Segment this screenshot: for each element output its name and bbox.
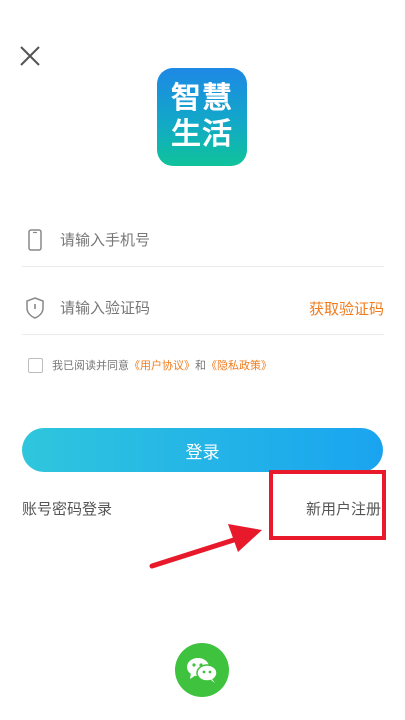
agreement-prefix: 我已阅读并同意 [52, 359, 129, 372]
code-field: 获取验证码 [22, 282, 384, 335]
logo-text-line1: 智慧 [171, 81, 233, 116]
highlight-annotation-box [269, 470, 386, 540]
wechat-icon [187, 658, 218, 683]
agreement-row: 我已阅读并同意 《用户协议》 和 《隐私政策》 [28, 357, 272, 373]
phone-field [22, 214, 384, 267]
privacy-policy-link[interactable]: 《隐私政策》 [206, 357, 272, 373]
agreement-checkbox[interactable] [28, 357, 43, 373]
app-logo: 智慧 生活 [157, 68, 247, 166]
phone-input[interactable] [58, 219, 384, 261]
agreement-and: 和 [195, 359, 206, 372]
get-code-button[interactable]: 获取验证码 [309, 298, 384, 319]
user-agreement-link[interactable]: 《用户协议》 [129, 357, 195, 373]
close-icon [20, 46, 40, 66]
login-button[interactable]: 登录 [22, 428, 383, 472]
close-button[interactable] [18, 44, 42, 68]
phone-icon [24, 228, 46, 252]
shield-icon [24, 296, 46, 320]
code-input[interactable] [58, 287, 309, 329]
wechat-login-button[interactable] [175, 643, 229, 697]
password-login-link[interactable]: 账号密码登录 [22, 498, 112, 519]
logo-text-line2: 生活 [171, 117, 233, 152]
